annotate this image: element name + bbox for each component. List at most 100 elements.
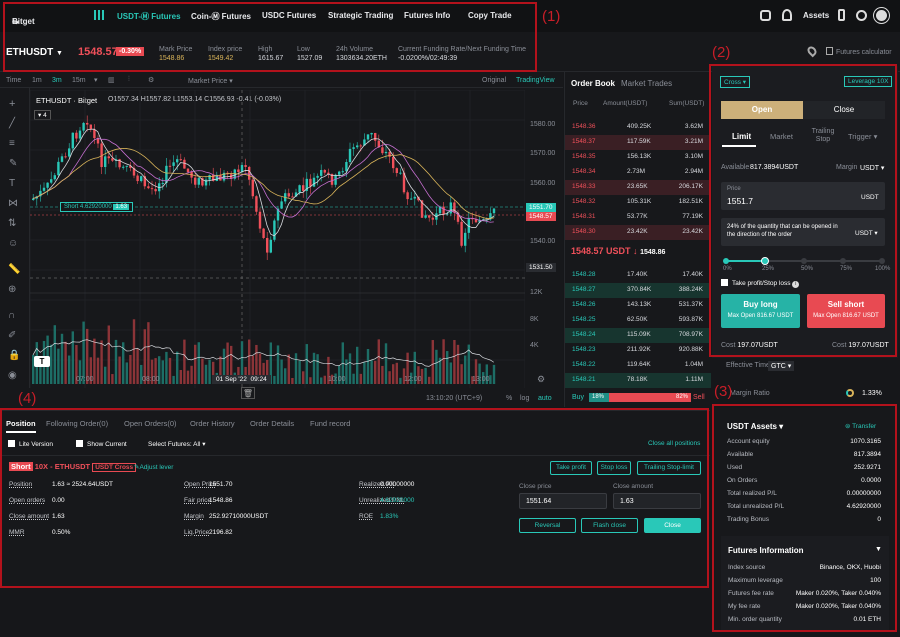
tab-market-trades[interactable]: Market Trades [621, 79, 672, 88]
volume-bar [302, 371, 305, 384]
volume-bar [179, 369, 182, 384]
order-book-row[interactable]: 1548.21 78.18K 1.11M [565, 373, 711, 388]
candle-type-icon[interactable]: ▥ [108, 76, 115, 84]
volume-bar [132, 319, 136, 384]
volume-bar [446, 351, 449, 384]
tradingview-tab[interactable]: TradingView [516, 77, 555, 84]
trash-icon[interactable]: 🗑 [241, 387, 255, 399]
candle-body [86, 122, 89, 125]
candle-body [413, 196, 416, 199]
volume-bar [190, 365, 193, 384]
time-axis-1000: 10:00 [328, 376, 346, 383]
indicator-icon[interactable]: ⫶ [128, 76, 130, 84]
order-book-row[interactable]: 1548.36 409.25K 3.62M [565, 120, 711, 135]
volume-bar [111, 374, 114, 384]
order-book-row[interactable]: 1548.34 2.73M 2.94M [565, 165, 711, 180]
order-book-row[interactable]: 1548.33 23.65K 206.17K [565, 180, 711, 195]
order-book-row[interactable]: 1548.30 23.42K 23.42K [565, 225, 711, 240]
brush-icon[interactable]: ✎ [9, 158, 17, 169]
annotation-box-1 [3, 2, 537, 72]
candle-body [341, 171, 344, 173]
volume-bar [165, 351, 168, 384]
text-icon[interactable]: T [9, 178, 15, 189]
chart-panel: Time 1m 3m 15m ▾ ▥ ⫶ ⚙ Market Price ▾ Or… [0, 72, 563, 407]
order-book-row[interactable]: 1548.32 105.31K 182.51K [565, 195, 711, 210]
interval-3m[interactable]: 3m [52, 77, 62, 84]
ob-sum: 1.04M [684, 361, 703, 368]
percent-scale-toggle[interactable]: % [506, 395, 512, 402]
order-book-row[interactable]: 1548.22 119.64K 1.04M [565, 358, 711, 373]
volume-bar [287, 354, 290, 384]
ob-amount: 23.42K [627, 228, 648, 235]
horizontal-lines-icon[interactable]: ≡ [9, 138, 15, 149]
volume-bar [50, 344, 53, 384]
order-book-row[interactable]: 1548.27 370.84K 388.24K [565, 283, 711, 298]
order-book-row[interactable]: 1548.35 156.13K 3.10M [565, 150, 711, 165]
ruler-icon[interactable]: 📏 [8, 264, 20, 275]
volume-bar [125, 362, 128, 384]
ob-sum: 708.97K [678, 331, 703, 338]
assets-link[interactable]: Assets [803, 11, 829, 20]
ob-price: 1548.27 [572, 286, 596, 293]
futures-calculator-link[interactable]: Futures calculator [826, 47, 892, 56]
candle-body [492, 208, 496, 214]
eye-icon[interactable]: ◉ [8, 370, 17, 381]
user-icon[interactable] [782, 9, 792, 21]
candle-body [298, 185, 301, 193]
order-book-row[interactable]: 1548.37 117.59K 3.21M [565, 135, 711, 150]
tab-order-book[interactable]: Order Book [571, 79, 615, 88]
magnet-icon[interactable]: ∩ [8, 310, 15, 321]
volume-bar [208, 359, 211, 384]
emoji-icon[interactable]: ☺ [8, 238, 18, 249]
ob-header-sum: Sum(USDT) [669, 100, 705, 107]
interval-15m[interactable]: 15m [72, 77, 86, 84]
volume-bar [428, 376, 431, 384]
order-book-row[interactable]: 1548.25 62.50K 593.87K [565, 313, 711, 328]
ob-amount: 78.18K [627, 376, 648, 383]
volume-bar [291, 377, 294, 384]
ob-price: 1548.21 [572, 376, 596, 383]
candle-body [78, 130, 82, 139]
trendline-icon[interactable]: ╱ [9, 118, 15, 129]
pattern-icon[interactable]: ⋈ [8, 198, 18, 209]
interval-time[interactable]: Time [6, 77, 21, 84]
interval-1m[interactable]: 1m [32, 77, 42, 84]
candle-body [381, 147, 384, 154]
location-icon[interactable] [805, 44, 819, 58]
market-price-selector[interactable]: Market Price ▾ [188, 77, 233, 85]
order-book-row[interactable]: 1548.31 53.77K 77.19K [565, 210, 711, 225]
order-book-row[interactable]: 1548.26 143.13K 531.37K [565, 298, 711, 313]
ob-amount: 143.13K [627, 301, 652, 308]
candlestick-chart[interactable] [30, 90, 525, 388]
auto-scale-toggle[interactable]: auto [538, 395, 552, 402]
original-view-tab[interactable]: Original [482, 77, 506, 84]
candle-body [384, 151, 388, 154]
volume-bar [305, 344, 308, 384]
pencil-lock-icon[interactable]: ✐ [8, 330, 16, 341]
chevron-down-icon[interactable]: ▾ [94, 76, 98, 84]
candle-body [186, 168, 190, 173]
crosshair-icon[interactable]: + [9, 98, 15, 110]
order-book-row[interactable]: 1548.23 211.92K 920.88K [565, 343, 711, 358]
ob-amount: 62.50K [627, 316, 648, 323]
globe-icon[interactable] [856, 10, 867, 21]
lock-icon[interactable]: 🔒 [8, 350, 20, 361]
zoom-in-icon[interactable]: ⊕ [8, 284, 16, 295]
phone-icon[interactable] [838, 9, 845, 21]
ob-price: 1548.25 [572, 316, 596, 323]
ob-amount: 409.25K [627, 123, 652, 130]
prediction-icon[interactable]: ⇅ [8, 218, 16, 229]
buy-ratio-label: Buy [572, 394, 585, 401]
shield-icon[interactable] [760, 10, 771, 21]
short-position-label[interactable]: Short 4.62920000 1.63 [60, 202, 134, 212]
candle-body [255, 196, 258, 212]
effective-time-select[interactable]: GTC ▾ [768, 361, 795, 371]
log-scale-toggle[interactable]: log [520, 395, 529, 402]
order-book-row[interactable]: 1548.24 115.09K 708.97K [565, 328, 711, 343]
sun-icon[interactable] [876, 10, 887, 21]
settings-icon[interactable]: ⚙ [148, 76, 154, 84]
order-book-row[interactable]: 1548.28 17.40K 17.40K [565, 268, 711, 283]
chart-settings-icon[interactable]: ⚙ [537, 374, 545, 385]
vol-axis-4k: 4K [530, 342, 539, 349]
volume-bar [161, 360, 164, 384]
